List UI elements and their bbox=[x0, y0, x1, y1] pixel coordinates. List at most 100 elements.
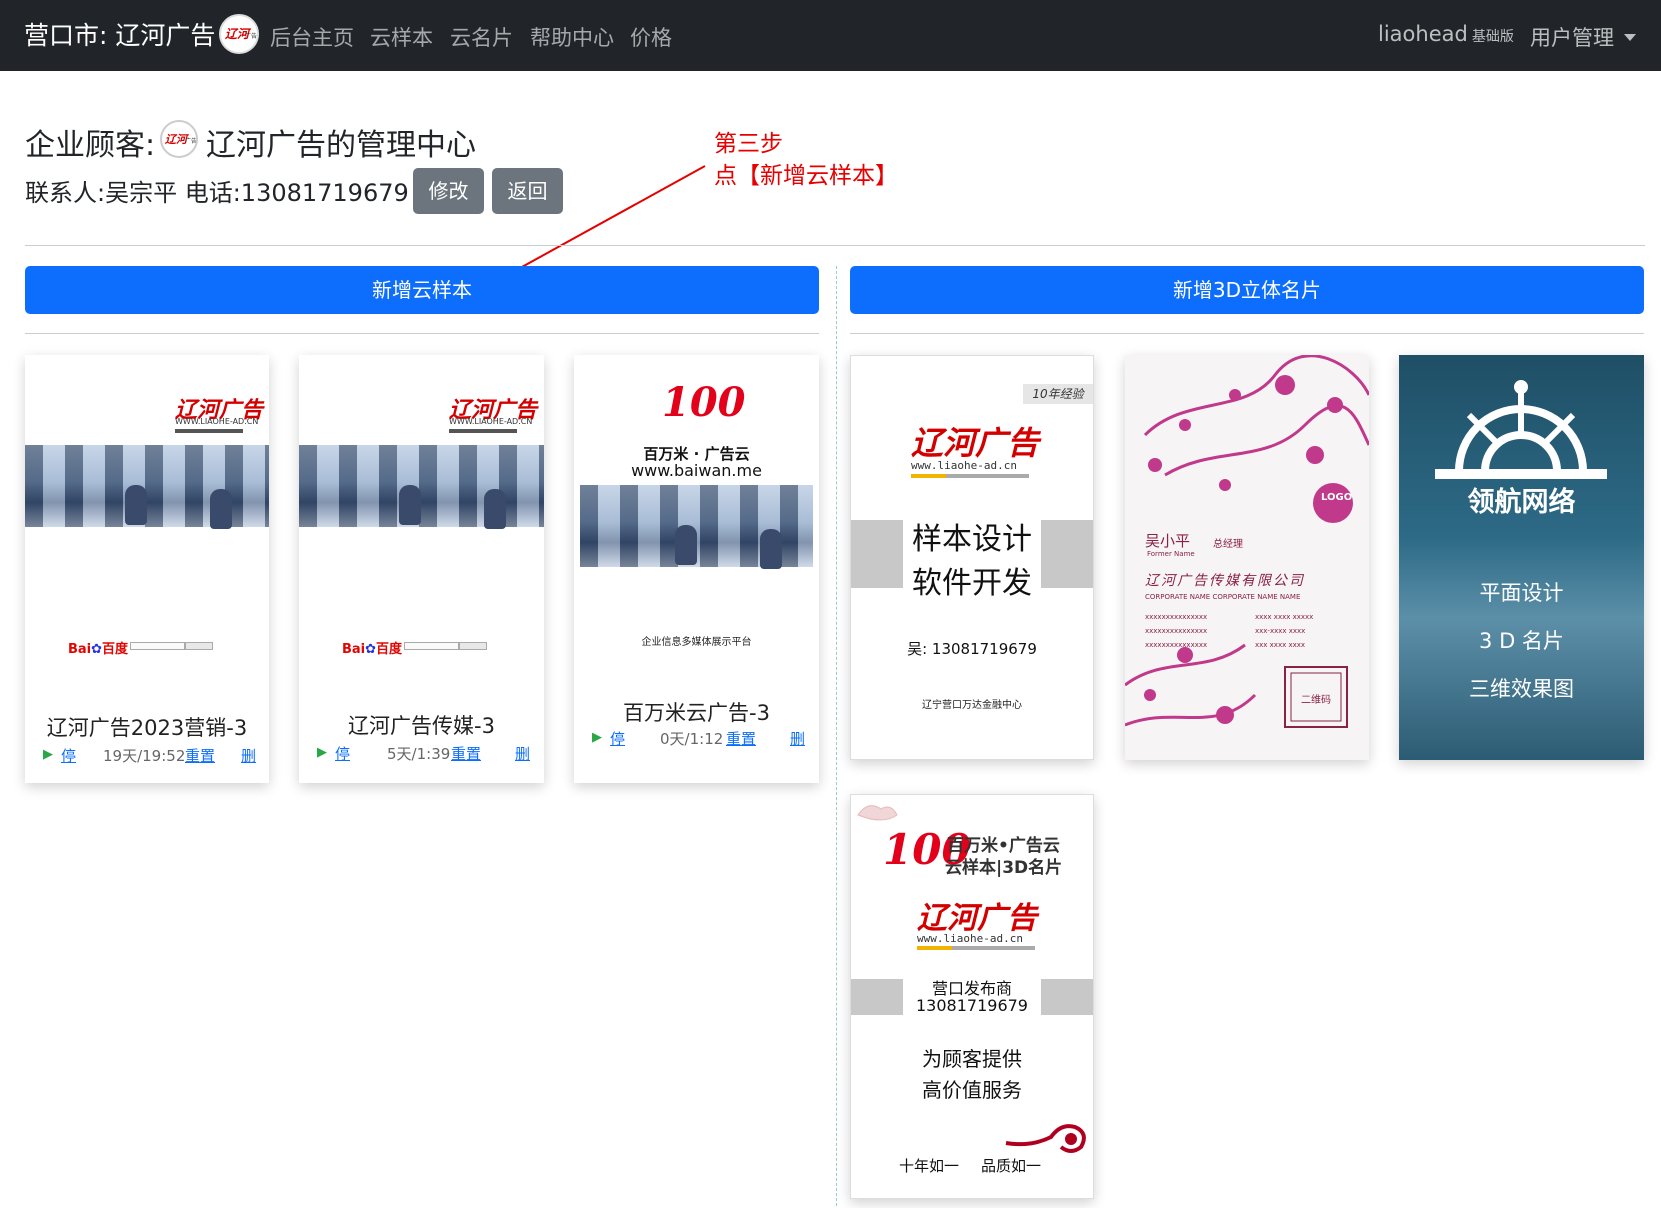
nav-link-dashboard[interactable]: 后台主页 bbox=[270, 22, 354, 52]
contact-list-left: xxxxxxxxxxxxxxx xxxxxxxxxxxxxxx xxxxxxxx… bbox=[1145, 610, 1207, 652]
card-line-1: 样本设计 bbox=[912, 522, 1032, 557]
person-figure bbox=[399, 485, 421, 525]
baidu-text: 百度 bbox=[102, 642, 129, 657]
play-icon[interactable]: ▶ bbox=[317, 745, 327, 760]
search-button bbox=[459, 642, 487, 650]
sample-cover: 辽河广告 WWW.LIAOHE-AD.CN Bai✿百度 bbox=[299, 355, 544, 685]
company-logo-icon: 辽河 广告 bbox=[160, 120, 198, 158]
user-name-label: liaohead bbox=[1378, 22, 1468, 46]
search-bar bbox=[130, 642, 185, 650]
edit-button[interactable]: 修改 bbox=[413, 168, 484, 214]
business-card[interactable]: 100 百万米•广告云 云样本|3D名片 辽河广告 www.liaohe-ad.… bbox=[850, 794, 1094, 1199]
sample-stats: 5天/1:39 bbox=[387, 745, 451, 763]
card-phone: 13081719679 bbox=[916, 996, 1028, 1015]
footer-slogan-1: 十年如一 bbox=[899, 1157, 960, 1175]
delete-link[interactable]: 删 bbox=[241, 745, 256, 766]
sample-title[interactable]: 百万米云广告-3 bbox=[574, 697, 819, 727]
card-title: 领航网络 bbox=[1467, 487, 1576, 518]
card-company-en: CORPORATE NAME CORPORATE NAME NAME bbox=[1145, 593, 1301, 601]
office-photo bbox=[25, 445, 269, 529]
nav-link-samples[interactable]: 云样本 bbox=[370, 22, 433, 52]
card-line-2: 软件开发 bbox=[912, 566, 1032, 601]
contact-item: xxxxxxxxxxxxxxx bbox=[1145, 641, 1208, 649]
svg-text:广告: 广告 bbox=[185, 137, 196, 145]
annotation-line-2: 点【新增云样本】 bbox=[714, 163, 898, 189]
card-job-title: 总经理 bbox=[1213, 539, 1243, 550]
business-card[interactable]: 10年经验 辽河广告 www.liaohe-ad.cn 样本设计 软件开发 吴:… bbox=[850, 355, 1094, 760]
brand-title[interactable]: 营口市: 辽河广告 bbox=[24, 16, 215, 52]
sample-card[interactable]: 100 百万米 · 广告云 www.baiwan.me 企业信息多媒体展示平台 … bbox=[574, 355, 819, 783]
baiwan-url: www.baiwan.me bbox=[631, 461, 762, 480]
slogan-line-1: 为顾客提供 bbox=[922, 1047, 1022, 1071]
section-divider bbox=[25, 245, 1645, 246]
liaohe-logo: 辽河广告 bbox=[917, 901, 1037, 936]
sample-cover: 100 百万米 · 广告云 www.baiwan.me 企业信息多媒体展示平台 bbox=[574, 355, 819, 685]
play-icon[interactable]: ▶ bbox=[592, 730, 602, 745]
delete-link[interactable]: 删 bbox=[790, 728, 805, 749]
annotation-line-1: 第三步 bbox=[714, 131, 783, 157]
sample-title[interactable]: 辽河广告传媒-3 bbox=[299, 710, 544, 740]
user-tier: 基础版 bbox=[1471, 29, 1514, 45]
add-3d-card-button[interactable]: 新增3D立体名片 bbox=[850, 266, 1644, 314]
contact-item: xxx xxxx xxxx bbox=[1255, 641, 1306, 649]
person-figure bbox=[484, 489, 506, 529]
brand-line-2: 云样本|3D名片 bbox=[945, 858, 1063, 878]
caret-down-icon bbox=[1624, 34, 1636, 41]
business-card[interactable]: 领航网络 平面设计 3 D 名片 三维效果图 bbox=[1399, 355, 1644, 760]
nav-link-cards[interactable]: 云名片 bbox=[450, 22, 513, 52]
contact-item: xxxxxxxxxxxxxxx bbox=[1145, 627, 1208, 635]
svg-text:广告: 广告 bbox=[245, 32, 257, 40]
office-photo bbox=[299, 445, 544, 529]
card-person-name: 吴小平 bbox=[1145, 532, 1191, 550]
user-name[interactable]: liaohead 基础版 bbox=[1378, 22, 1514, 46]
contact-item: xxxxxxxxxxxxxxx bbox=[1145, 613, 1208, 621]
person-figure bbox=[210, 489, 232, 529]
stop-link[interactable]: 停 bbox=[610, 728, 625, 749]
liaohe-url: www.liaohe-ad.cn bbox=[911, 459, 1017, 472]
user-menu-label: 用户管理 bbox=[1530, 26, 1614, 50]
column-divider bbox=[836, 266, 837, 1206]
stop-link[interactable]: 停 bbox=[61, 745, 76, 766]
service-item: 平面设计 bbox=[1479, 581, 1564, 605]
brand-logo-icon: 辽河 广告 bbox=[219, 14, 259, 54]
stop-link[interactable]: 停 bbox=[335, 743, 350, 764]
user-menu-dropdown[interactable]: 用户管理 bbox=[1530, 22, 1636, 52]
nav-link-pricing[interactable]: 价格 bbox=[630, 22, 672, 52]
liaohe-logo: 辽河广告 bbox=[911, 424, 1040, 462]
page-title: 辽河广告的管理中心 bbox=[206, 128, 476, 163]
right-divider bbox=[850, 333, 1644, 334]
contact-item: xxxx xxxx xxxxx bbox=[1255, 613, 1314, 621]
office-photo bbox=[580, 485, 813, 569]
nav-link-help[interactable]: 帮助中心 bbox=[530, 22, 614, 52]
top-navbar: 营口市: 辽河广告 辽河 广告 后台主页 云样本 云名片 帮助中心 价格 liao… bbox=[0, 0, 1661, 71]
search-button bbox=[185, 642, 213, 650]
service-item: 三维效果图 bbox=[1469, 677, 1574, 701]
add-sample-button[interactable]: 新增云样本 bbox=[25, 266, 819, 314]
sample-stats: 19天/19:52 bbox=[103, 747, 186, 765]
business-card[interactable]: LOGO 吴小平 Former Name 总经理 辽河广告传媒有限公司 CORP… bbox=[1125, 355, 1369, 760]
play-icon[interactable]: ▶ bbox=[43, 747, 53, 762]
qr-code-label: 二维码 bbox=[1301, 695, 1331, 706]
card-company: 辽河广告传媒有限公司 bbox=[1145, 573, 1305, 589]
person-figure bbox=[675, 525, 697, 565]
logo-underline bbox=[175, 429, 243, 433]
experience-badge: 10年经验 bbox=[1023, 384, 1093, 404]
logo-mark: LOGO bbox=[1321, 492, 1353, 503]
contact-item: xxx-xxxx xxxx bbox=[1255, 627, 1306, 635]
reset-link[interactable]: 重置 bbox=[726, 728, 756, 749]
sample-card[interactable]: 辽河广告 WWW.LIAOHE-AD.CN Bai✿百度 辽河广告传媒-3 ▶ … bbox=[299, 355, 544, 783]
delete-link[interactable]: 删 bbox=[515, 743, 530, 764]
logo-underline bbox=[917, 946, 1035, 950]
logo-underline bbox=[449, 429, 517, 433]
sample-title[interactable]: 辽河广告2023营销-3 bbox=[25, 712, 269, 742]
contact-info: 联系人:吴宗平 电话:13081719679 bbox=[25, 179, 409, 207]
contact-list-right: xxxx xxxx xxxxx xxx-xxxx xxxx xxx xxxx x… bbox=[1255, 610, 1313, 652]
sample-card[interactable]: 辽河广告 WWW.LIAOHE-AD.CN Bai✿百度 辽河广告2023营销-… bbox=[25, 355, 269, 783]
page-title-prefix: 企业顾客: bbox=[25, 128, 156, 163]
cloud-swirl-icon bbox=[1005, 1124, 1086, 1153]
reset-link[interactable]: 重置 bbox=[185, 745, 215, 766]
card-person-name-en: Former Name bbox=[1147, 550, 1195, 558]
baiwan-100-logo: 100 bbox=[662, 379, 746, 426]
logo-underline bbox=[911, 474, 1029, 478]
reset-link[interactable]: 重置 bbox=[451, 743, 481, 764]
